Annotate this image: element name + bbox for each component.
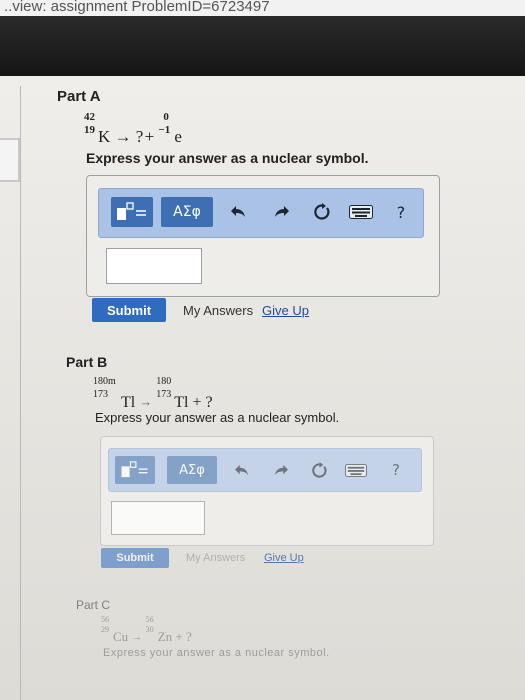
- part-b-prompt: Express your answer as a nuclear symbol.: [95, 410, 340, 425]
- part-a-my-answers-link[interactable]: My Answers: [183, 303, 253, 318]
- part-b-reactant-atomic: 173: [93, 389, 108, 400]
- part-a-reactant-symbol: K: [98, 127, 111, 146]
- part-b-product-symbol: Tl: [174, 394, 189, 411]
- help-button[interactable]: ?: [385, 457, 407, 483]
- part-a-equation: 42 19 K → ? + 0 −1 e: [84, 111, 182, 146]
- part-a-product-symbol: e: [174, 127, 182, 146]
- greek-symbols-button[interactable]: ΑΣφ: [161, 197, 213, 227]
- undo-icon[interactable]: [231, 457, 253, 483]
- part-b-submit-button[interactable]: Submit: [101, 548, 169, 568]
- part-a-product-atomic: −1: [158, 124, 171, 136]
- part-b-reactant-symbol: Tl: [121, 394, 136, 411]
- part-c-prompt: Express your answer as a nuclear symbol.: [103, 647, 330, 659]
- part-b-reactant-mass: 180m: [93, 376, 116, 387]
- part-c-reactant-atomic: 29: [101, 625, 109, 634]
- part-c-product-atomic: 30: [145, 625, 154, 634]
- part-a-product-mass: 0: [163, 111, 169, 123]
- part-c-product-mass: 56: [145, 615, 154, 624]
- redo-icon[interactable]: [269, 457, 291, 483]
- template-icon[interactable]: [115, 456, 155, 484]
- part-c-reactant-nuclide: 56 29: [101, 615, 113, 639]
- redo-icon[interactable]: [269, 199, 293, 225]
- part-a-answer-input[interactable]: [106, 248, 202, 284]
- undo-icon[interactable]: [227, 199, 251, 225]
- part-a-prompt: Express your answer as a nuclear symbol.: [86, 150, 369, 166]
- part-b-title: Part B: [66, 354, 108, 370]
- part-c-product-symbol: Zn: [157, 629, 173, 644]
- keyboard-icon[interactable]: [343, 459, 369, 481]
- part-c-arrow: →: [131, 631, 143, 643]
- keyboard-icon[interactable]: [347, 201, 375, 223]
- part-a-reactant-nuclide: 42 19: [84, 111, 98, 138]
- left-divider: [20, 86, 21, 700]
- part-c-plus: +: [175, 629, 183, 644]
- part-a-reactant-atomic: 19: [84, 124, 95, 136]
- part-b-product-mass: 180: [156, 376, 172, 387]
- part-b-plus: +: [192, 394, 202, 411]
- part-b-unknown: ?: [205, 394, 213, 411]
- part-a-arrow: →: [114, 127, 132, 146]
- part-b-equation: 180m 173 Tl → 180 173 Tl + ?: [93, 376, 213, 411]
- part-c-title: Part C: [76, 598, 111, 612]
- window-title: ..view: assignment ProblemID=6723497: [0, 0, 525, 16]
- template-icon[interactable]: [111, 197, 153, 227]
- part-a-submit-button[interactable]: Submit: [92, 298, 166, 322]
- part-a-reactant-mass: 42: [84, 111, 95, 123]
- part-b-reactant-nuclide: 180m 173: [93, 376, 121, 404]
- part-b-give-up-link[interactable]: Give Up: [264, 552, 304, 564]
- part-c-product-nuclide: 56 30: [145, 615, 158, 639]
- greek-symbols-button[interactable]: ΑΣφ: [167, 456, 217, 484]
- part-c-reactant-symbol: Cu: [113, 629, 129, 644]
- help-button[interactable]: ?: [389, 199, 413, 225]
- left-panel-box: [0, 138, 20, 182]
- part-a-unknown: ?: [135, 127, 144, 146]
- part-b-answer-input[interactable]: [111, 501, 205, 535]
- part-b-product-nuclide: 180 173: [156, 376, 174, 404]
- part-b-product-atomic: 173: [156, 389, 172, 400]
- part-c-unknown: ?: [185, 629, 192, 644]
- part-a-title: Part A: [57, 88, 101, 105]
- part-c-equation: 56 29 Cu → 56 30 Zn + ?: [101, 615, 192, 644]
- part-b-arrow: →: [139, 394, 153, 409]
- part-a-product-nuclide: 0 −1: [158, 111, 174, 138]
- part-b-math-toolbar: ΑΣφ ?: [108, 448, 422, 492]
- part-a-math-toolbar: ΑΣφ ?: [98, 188, 424, 238]
- reset-icon[interactable]: [307, 457, 331, 483]
- part-a-plus: +: [144, 127, 155, 146]
- reset-icon[interactable]: [309, 199, 335, 225]
- part-b-my-answers-link[interactable]: My Answers: [186, 552, 245, 564]
- part-a-give-up-link[interactable]: Give Up: [262, 303, 309, 318]
- part-c-reactant-mass: 56: [101, 615, 109, 624]
